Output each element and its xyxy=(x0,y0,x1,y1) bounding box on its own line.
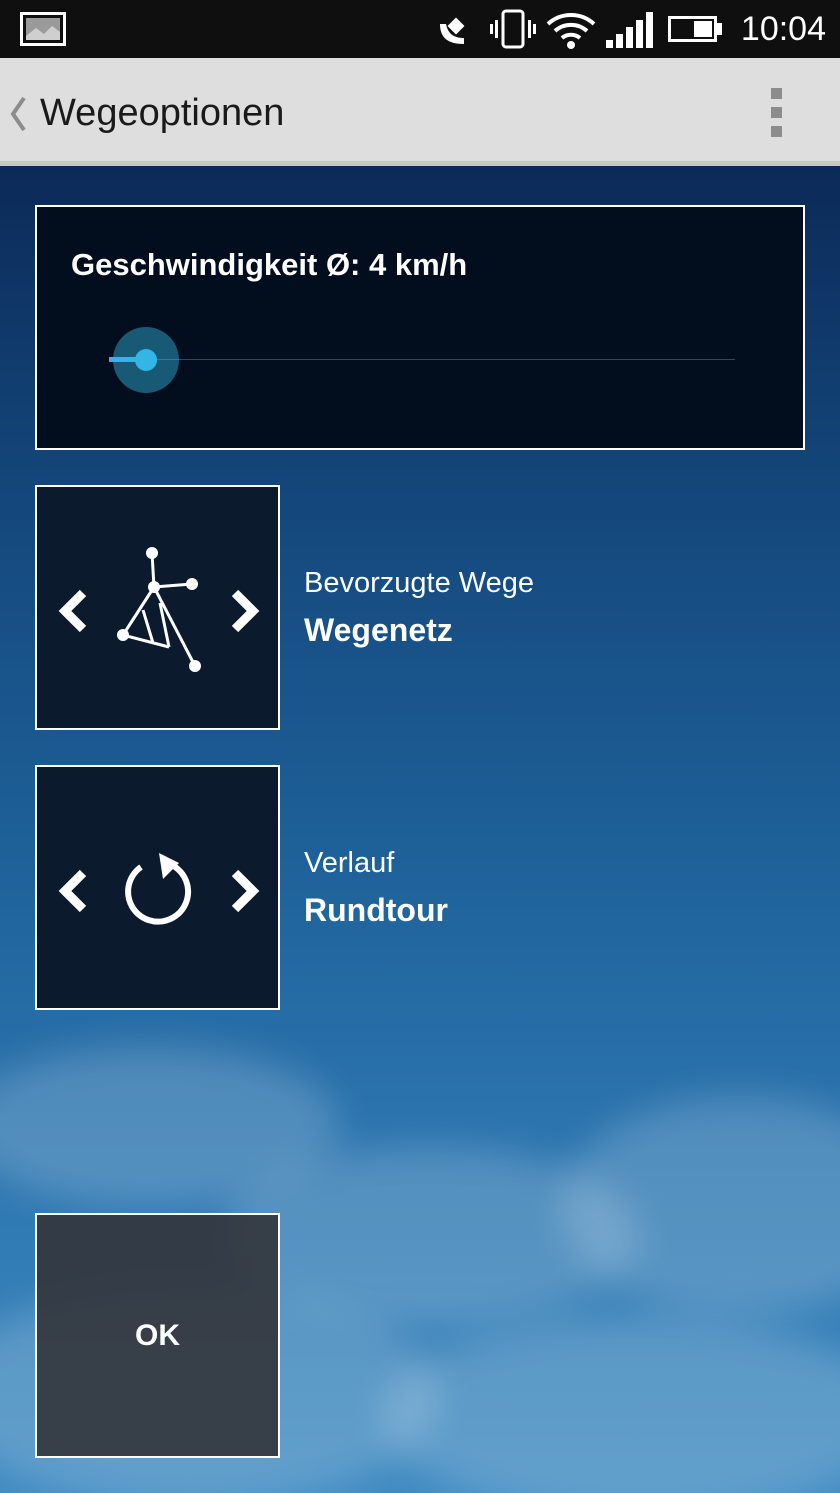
wifi-icon xyxy=(546,13,596,49)
path-network-icon xyxy=(117,547,201,672)
vibrate-icon xyxy=(490,9,536,49)
speed-panel: Geschwindigkeit Ø: 4 km/h xyxy=(35,205,805,450)
chevron-left-icon[interactable] xyxy=(8,96,28,132)
preferred-paths-caption: Bevorzugte Wege xyxy=(304,567,534,599)
signal-icon xyxy=(606,12,653,48)
gallery-notification-icon xyxy=(20,12,66,46)
route-type-selector[interactable] xyxy=(35,765,280,1010)
chevron-right-icon[interactable] xyxy=(227,867,263,915)
status-bar: 10:04 xyxy=(0,0,840,58)
speed-label: Geschwindigkeit Ø: 4 km/h xyxy=(71,247,468,282)
chevron-left-icon[interactable] xyxy=(55,587,91,635)
speed-slider-track[interactable] xyxy=(109,359,735,360)
satellite-icon xyxy=(440,17,465,44)
status-time: 10:04 xyxy=(740,10,826,48)
action-bar: Wegeoptionen xyxy=(0,58,840,166)
preferred-paths-selector[interactable] xyxy=(35,485,280,730)
speed-slider-thumb[interactable] xyxy=(135,349,157,371)
route-type-caption: Verlauf xyxy=(304,847,395,879)
preferred-paths-value: Wegenetz xyxy=(304,612,453,648)
chevron-left-icon[interactable] xyxy=(55,867,91,915)
ok-button[interactable]: OK xyxy=(35,1213,280,1458)
chevron-right-icon[interactable] xyxy=(227,587,263,635)
battery-icon xyxy=(668,16,722,42)
round-trip-icon xyxy=(125,853,192,925)
route-type-value: Rundtour xyxy=(304,892,448,928)
overflow-menu-icon[interactable] xyxy=(771,88,782,145)
page-title[interactable]: Wegeoptionen xyxy=(40,92,284,135)
